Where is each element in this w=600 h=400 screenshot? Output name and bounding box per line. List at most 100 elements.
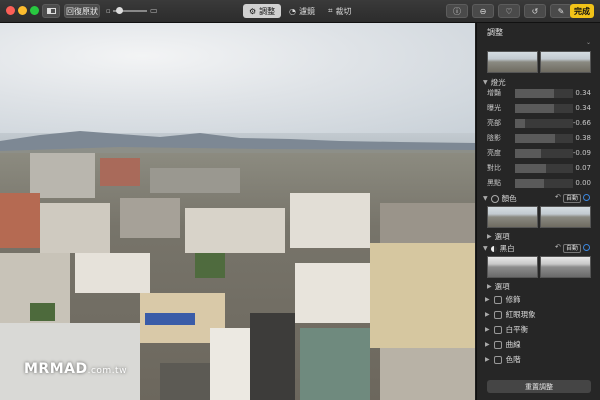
tool-item[interactable]: ▶ 色階: [485, 354, 521, 365]
minimize-window-button[interactable]: [18, 6, 27, 15]
zoom-window-button[interactable]: [30, 6, 39, 15]
done-label: 完成: [574, 6, 590, 16]
tab-filters-label: 濾鏡: [298, 6, 315, 16]
light-section-header[interactable]: ▼ 燈光: [483, 77, 506, 88]
light-slider-track[interactable]: [515, 164, 573, 173]
reset-adjustments-label: 重置調整: [525, 382, 553, 391]
light-slider-track[interactable]: [515, 149, 573, 158]
light-section-label: 燈光: [490, 78, 506, 87]
watermark: MRMAD.com.tw: [24, 361, 127, 377]
rotate-icon: ↺: [531, 6, 539, 16]
light-slider-value: -0.09: [572, 149, 591, 157]
bw-undo-icon[interactable]: ↶: [555, 243, 561, 251]
color-toggle[interactable]: [583, 194, 590, 201]
light-slider-row[interactable]: 曝光 0.34: [487, 103, 591, 114]
light-slider-track[interactable]: [515, 89, 573, 98]
close-window-button[interactable]: [6, 6, 15, 15]
light-slider-label: 陰影: [487, 134, 501, 142]
crop-icon: ⌗: [328, 6, 333, 15]
light-slider-track[interactable]: [515, 179, 573, 188]
tool-item[interactable]: ▶ 紅眼現象: [485, 309, 536, 320]
tool-item-label: 曲線: [505, 340, 521, 349]
light-slider-fill: [515, 104, 554, 113]
light-slider-value: 0.34: [575, 104, 591, 112]
photo-canvas[interactable]: MRMAD.com.tw: [0, 23, 475, 400]
tool-item[interactable]: ▶ 曲線: [485, 339, 521, 350]
light-slider-row[interactable]: 黑點 0.00: [487, 178, 591, 189]
tab-crop-label: 裁切: [335, 6, 352, 16]
chevron-right-icon: ▶: [487, 283, 492, 290]
chevron-right-icon: ▶: [487, 233, 492, 240]
levels-icon: [493, 355, 502, 364]
light-thumbnail-1[interactable]: [487, 51, 538, 73]
light-slider-row[interactable]: 對比 0.07: [487, 163, 591, 174]
reset-adjustments-button[interactable]: 重置調整: [487, 380, 591, 393]
tool-item[interactable]: ▶ 修飾: [485, 294, 521, 305]
curves-icon: [493, 340, 502, 349]
light-slider-fill: [515, 149, 542, 158]
light-slider-value: 0.34: [575, 89, 591, 97]
light-slider-row[interactable]: 增豔 0.34: [487, 88, 591, 99]
compare-icon: [46, 8, 56, 14]
color-undo-icon[interactable]: ↶: [555, 193, 561, 201]
enhance-button[interactable]: ✎: [550, 4, 572, 18]
bw-thumbnail-strip[interactable]: [487, 256, 591, 278]
bw-toggle[interactable]: [583, 244, 590, 251]
light-slider-label: 曝光: [487, 104, 501, 112]
light-slider-row[interactable]: 亮部 -0.66: [487, 118, 591, 129]
light-slider-row[interactable]: 陰影 0.38: [487, 133, 591, 144]
light-slider-track[interactable]: [515, 104, 573, 113]
tool-item-label: 紅眼現象: [505, 310, 536, 319]
light-slider-label: 亮部: [487, 119, 501, 127]
light-thumbnail-strip[interactable]: [487, 51, 591, 73]
light-slider-label: 對比: [487, 164, 501, 172]
color-options-header[interactable]: ▶ 選項: [487, 231, 510, 242]
light-thumbnail-2[interactable]: [540, 51, 591, 73]
chevron-right-icon: ▶: [485, 296, 490, 303]
bw-options-label: 選項: [494, 282, 510, 291]
photo-sky: [0, 23, 475, 133]
bandage-icon: [493, 295, 502, 304]
light-slider-fill: [515, 89, 554, 98]
bw-options-header[interactable]: ▶ 選項: [487, 281, 510, 292]
revert-original-button[interactable]: 回復原狀: [64, 4, 100, 18]
light-slider-row[interactable]: 亮度 -0.09: [487, 148, 591, 159]
eye-icon: [493, 310, 502, 319]
bw-auto-button[interactable]: 自動: [563, 244, 582, 253]
light-slider-value: 0.00: [575, 179, 591, 187]
tab-filters[interactable]: ◔ 濾鏡: [283, 4, 321, 18]
chevron-down-icon: ▼: [483, 195, 488, 202]
info-icon: ⓘ: [453, 6, 461, 16]
color-thumbnail-2[interactable]: [540, 206, 591, 228]
color-auto-button[interactable]: 自動: [563, 194, 582, 203]
color-section-header[interactable]: ▼ 顏色: [483, 193, 517, 204]
tool-item-label: 白平衡: [505, 325, 529, 334]
tool-item-label: 修飾: [505, 295, 521, 304]
color-options-label: 選項: [494, 232, 510, 241]
bw-section-header[interactable]: ▼ 黑白: [483, 243, 515, 254]
color-icon: [490, 194, 499, 203]
bw-thumbnail-2[interactable]: [540, 256, 591, 278]
color-thumbnail-strip[interactable]: [487, 206, 591, 228]
done-button[interactable]: 完成: [570, 4, 594, 18]
panel-more-icon[interactable]: ⌄: [487, 39, 591, 47]
light-slider-track[interactable]: [515, 134, 573, 143]
revert-original-label: 回復原狀: [66, 6, 98, 16]
color-thumbnail-1[interactable]: [487, 206, 538, 228]
favorite-button[interactable]: ♡: [498, 4, 520, 18]
info-button[interactable]: ⓘ: [446, 4, 468, 18]
compare-button[interactable]: [42, 4, 60, 18]
light-slider-track[interactable]: [515, 119, 573, 128]
tab-crop[interactable]: ⌗ 裁切: [322, 4, 358, 18]
rotate-button[interactable]: ↺: [524, 4, 546, 18]
bw-thumbnail-1[interactable]: [487, 256, 538, 278]
zoom-slider-knob[interactable]: [116, 7, 123, 14]
light-slider-value: 0.07: [575, 164, 591, 172]
tab-adjust-label: 調整: [259, 6, 276, 16]
tool-item[interactable]: ▶ 白平衡: [485, 324, 528, 335]
tab-adjust[interactable]: ⚙ 調整: [243, 4, 282, 18]
light-slider-fill: [515, 164, 546, 173]
more-button[interactable]: ⊖: [472, 4, 494, 18]
light-slider-fill: [515, 179, 544, 188]
tool-item-label: 色階: [505, 355, 521, 364]
